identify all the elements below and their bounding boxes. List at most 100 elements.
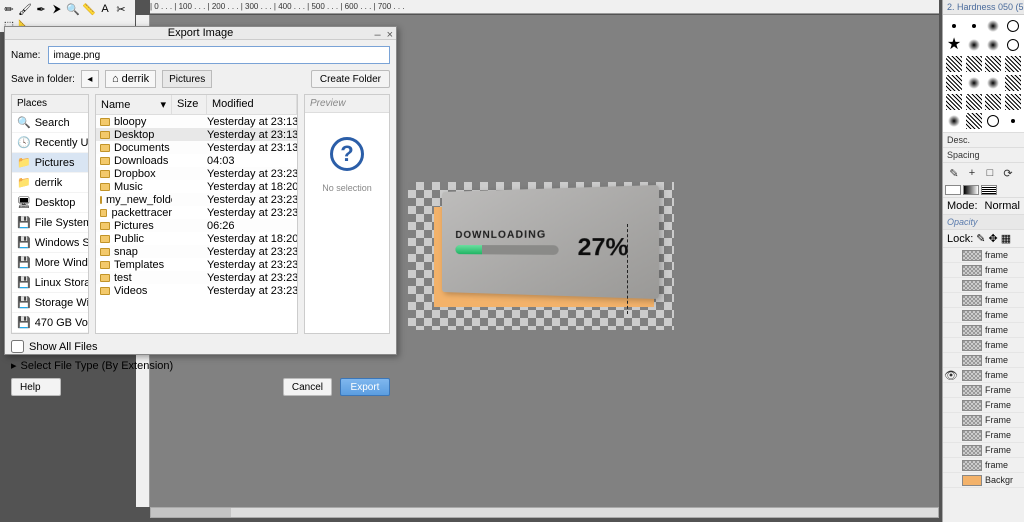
brush-swatch[interactable]	[965, 36, 983, 54]
scrollbar-thumb[interactable]	[151, 508, 231, 517]
tool-icon[interactable]: 📏	[82, 2, 96, 16]
file-row[interactable]: bloopyYesterday at 23:13	[96, 115, 297, 128]
file-row[interactable]: TemplatesYesterday at 23:23	[96, 258, 297, 271]
brush-lock-icon[interactable]: ✎	[976, 232, 985, 245]
file-row[interactable]: packettracerYesterday at 23:23	[96, 206, 297, 219]
brush-swatch[interactable]	[1004, 55, 1022, 73]
move-lock-icon[interactable]: ✥	[989, 232, 998, 245]
brush-swatch[interactable]	[1004, 74, 1022, 92]
plus-icon[interactable]: +	[965, 166, 979, 180]
col-size-header[interactable]: Size	[172, 95, 207, 114]
screen-icon[interactable]: □	[983, 166, 997, 180]
place-item[interactable]: 📁Pictures	[12, 153, 88, 173]
brush-swatch[interactable]	[965, 17, 983, 35]
tool-icon[interactable]: ⮞	[50, 2, 64, 16]
swatch-blank[interactable]	[945, 185, 961, 195]
place-item[interactable]: 💾Storage Windows	[12, 293, 88, 313]
brush-swatch[interactable]	[984, 93, 1002, 111]
file-row[interactable]: testYesterday at 23:23	[96, 271, 297, 284]
brush-swatch[interactable]	[1004, 36, 1022, 54]
export-button[interactable]: Export	[340, 378, 390, 396]
brush-swatch[interactable]	[984, 55, 1002, 73]
brush-swatch[interactable]	[984, 17, 1002, 35]
visibility-icon[interactable]: 👁	[943, 369, 959, 382]
place-item[interactable]: 🕓Recently Used	[12, 133, 88, 153]
horizontal-scrollbar[interactable]	[150, 507, 939, 518]
layer-row[interactable]: Frame	[943, 443, 1024, 458]
brush-swatch[interactable]	[1004, 17, 1022, 35]
place-item[interactable]: 💾Windows SSD sto...	[12, 233, 88, 253]
place-item[interactable]: 💾Linux Storage	[12, 273, 88, 293]
col-mod-header[interactable]: Modified	[207, 95, 297, 114]
place-item[interactable]: 🖥Desktop	[12, 193, 88, 213]
alpha-lock-icon[interactable]: ▦	[1001, 232, 1011, 245]
col-name-header[interactable]: Name▾	[96, 95, 172, 114]
layer-row[interactable]: Frame	[943, 428, 1024, 443]
file-row[interactable]: Downloads04:03	[96, 154, 297, 167]
brush-swatch[interactable]	[965, 55, 983, 73]
tool-icon[interactable]: ✏	[2, 2, 16, 16]
place-item[interactable]: 🔍Search	[12, 113, 88, 133]
layer-row[interactable]: frame	[943, 338, 1024, 353]
brush-swatch[interactable]	[945, 112, 963, 130]
minimize-icon[interactable]: –	[374, 29, 380, 41]
filetype-expander[interactable]: ▸ Select File Type (By Extension)	[11, 359, 390, 372]
layer-row[interactable]: frame	[943, 308, 1024, 323]
layer-row[interactable]: frame	[943, 278, 1024, 293]
layer-row[interactable]: Frame	[943, 413, 1024, 428]
layer-row[interactable]: frame	[943, 458, 1024, 473]
brush-grid[interactable]: ★	[943, 15, 1024, 132]
mode-row[interactable]: Mode: Normal	[943, 197, 1024, 214]
tool-icon[interactable]: ✒	[34, 2, 48, 16]
place-item[interactable]: 📁derrik	[12, 173, 88, 193]
cancel-button[interactable]: Cancel	[283, 378, 332, 396]
file-row[interactable]: VideosYesterday at 23:23	[96, 284, 297, 297]
brush-swatch[interactable]	[945, 74, 963, 92]
create-folder-button[interactable]: Create Folder	[311, 70, 390, 88]
file-row[interactable]: MusicYesterday at 18:20	[96, 180, 297, 193]
file-row[interactable]: DropboxYesterday at 23:23	[96, 167, 297, 180]
layer-row[interactable]: frame	[943, 323, 1024, 338]
brush-swatch[interactable]	[965, 74, 983, 92]
crumb-back[interactable]: ◂	[81, 70, 99, 88]
crumb-current[interactable]: Pictures	[162, 70, 212, 88]
file-row[interactable]: DocumentsYesterday at 23:13	[96, 141, 297, 154]
brush-swatch[interactable]	[1004, 112, 1022, 130]
tool-icon[interactable]: 🔍	[66, 2, 80, 16]
brush-swatch[interactable]	[945, 55, 963, 73]
file-row[interactable]: PublicYesterday at 18:20	[96, 232, 297, 245]
pencil-icon[interactable]: ✎	[947, 166, 961, 180]
opacity-row[interactable]: Opacity	[943, 214, 1024, 229]
layer-row[interactable]: frame	[943, 293, 1024, 308]
file-row[interactable]: DesktopYesterday at 23:13	[96, 128, 297, 141]
refresh-icon[interactable]: ⟳	[1001, 166, 1015, 180]
place-item[interactable]: 💾More Windows S...	[12, 253, 88, 273]
close-icon[interactable]: ×	[387, 29, 393, 41]
tool-icon[interactable]: A	[98, 2, 112, 16]
place-item[interactable]: 💾File System	[12, 213, 88, 233]
crumb-home[interactable]: ⌂derrik	[105, 70, 156, 88]
layers-panel[interactable]: frameframeframeframeframeframeframeframe…	[943, 247, 1024, 522]
layer-row[interactable]: frame	[943, 353, 1024, 368]
layer-row[interactable]: 👁frame	[943, 368, 1024, 383]
brush-swatch[interactable]	[1004, 93, 1022, 111]
brush-swatch[interactable]	[965, 112, 983, 130]
swatch-gradient[interactable]	[963, 185, 979, 195]
file-row[interactable]: Pictures06:26	[96, 219, 297, 232]
layer-row[interactable]: Frame	[943, 398, 1024, 413]
help-button[interactable]: Help	[11, 378, 61, 396]
brush-swatch[interactable]: ★	[945, 36, 963, 54]
brush-swatch[interactable]	[984, 112, 1002, 130]
file-row[interactable]: snapYesterday at 23:23	[96, 245, 297, 258]
dialog-titlebar[interactable]: Export Image – ×	[5, 27, 396, 40]
show-all-checkbox[interactable]	[11, 340, 24, 353]
brush-swatch[interactable]	[984, 36, 1002, 54]
layer-row[interactable]: Backgr	[943, 473, 1024, 488]
layer-row[interactable]: frame	[943, 263, 1024, 278]
tool-icon[interactable]: 🖌	[18, 2, 32, 16]
brush-swatch[interactable]	[965, 93, 983, 111]
filename-input[interactable]	[48, 46, 390, 64]
swatch-pattern[interactable]	[981, 185, 997, 195]
place-item[interactable]: 💾470 GB Volume	[12, 313, 88, 333]
brush-swatch[interactable]	[984, 74, 1002, 92]
